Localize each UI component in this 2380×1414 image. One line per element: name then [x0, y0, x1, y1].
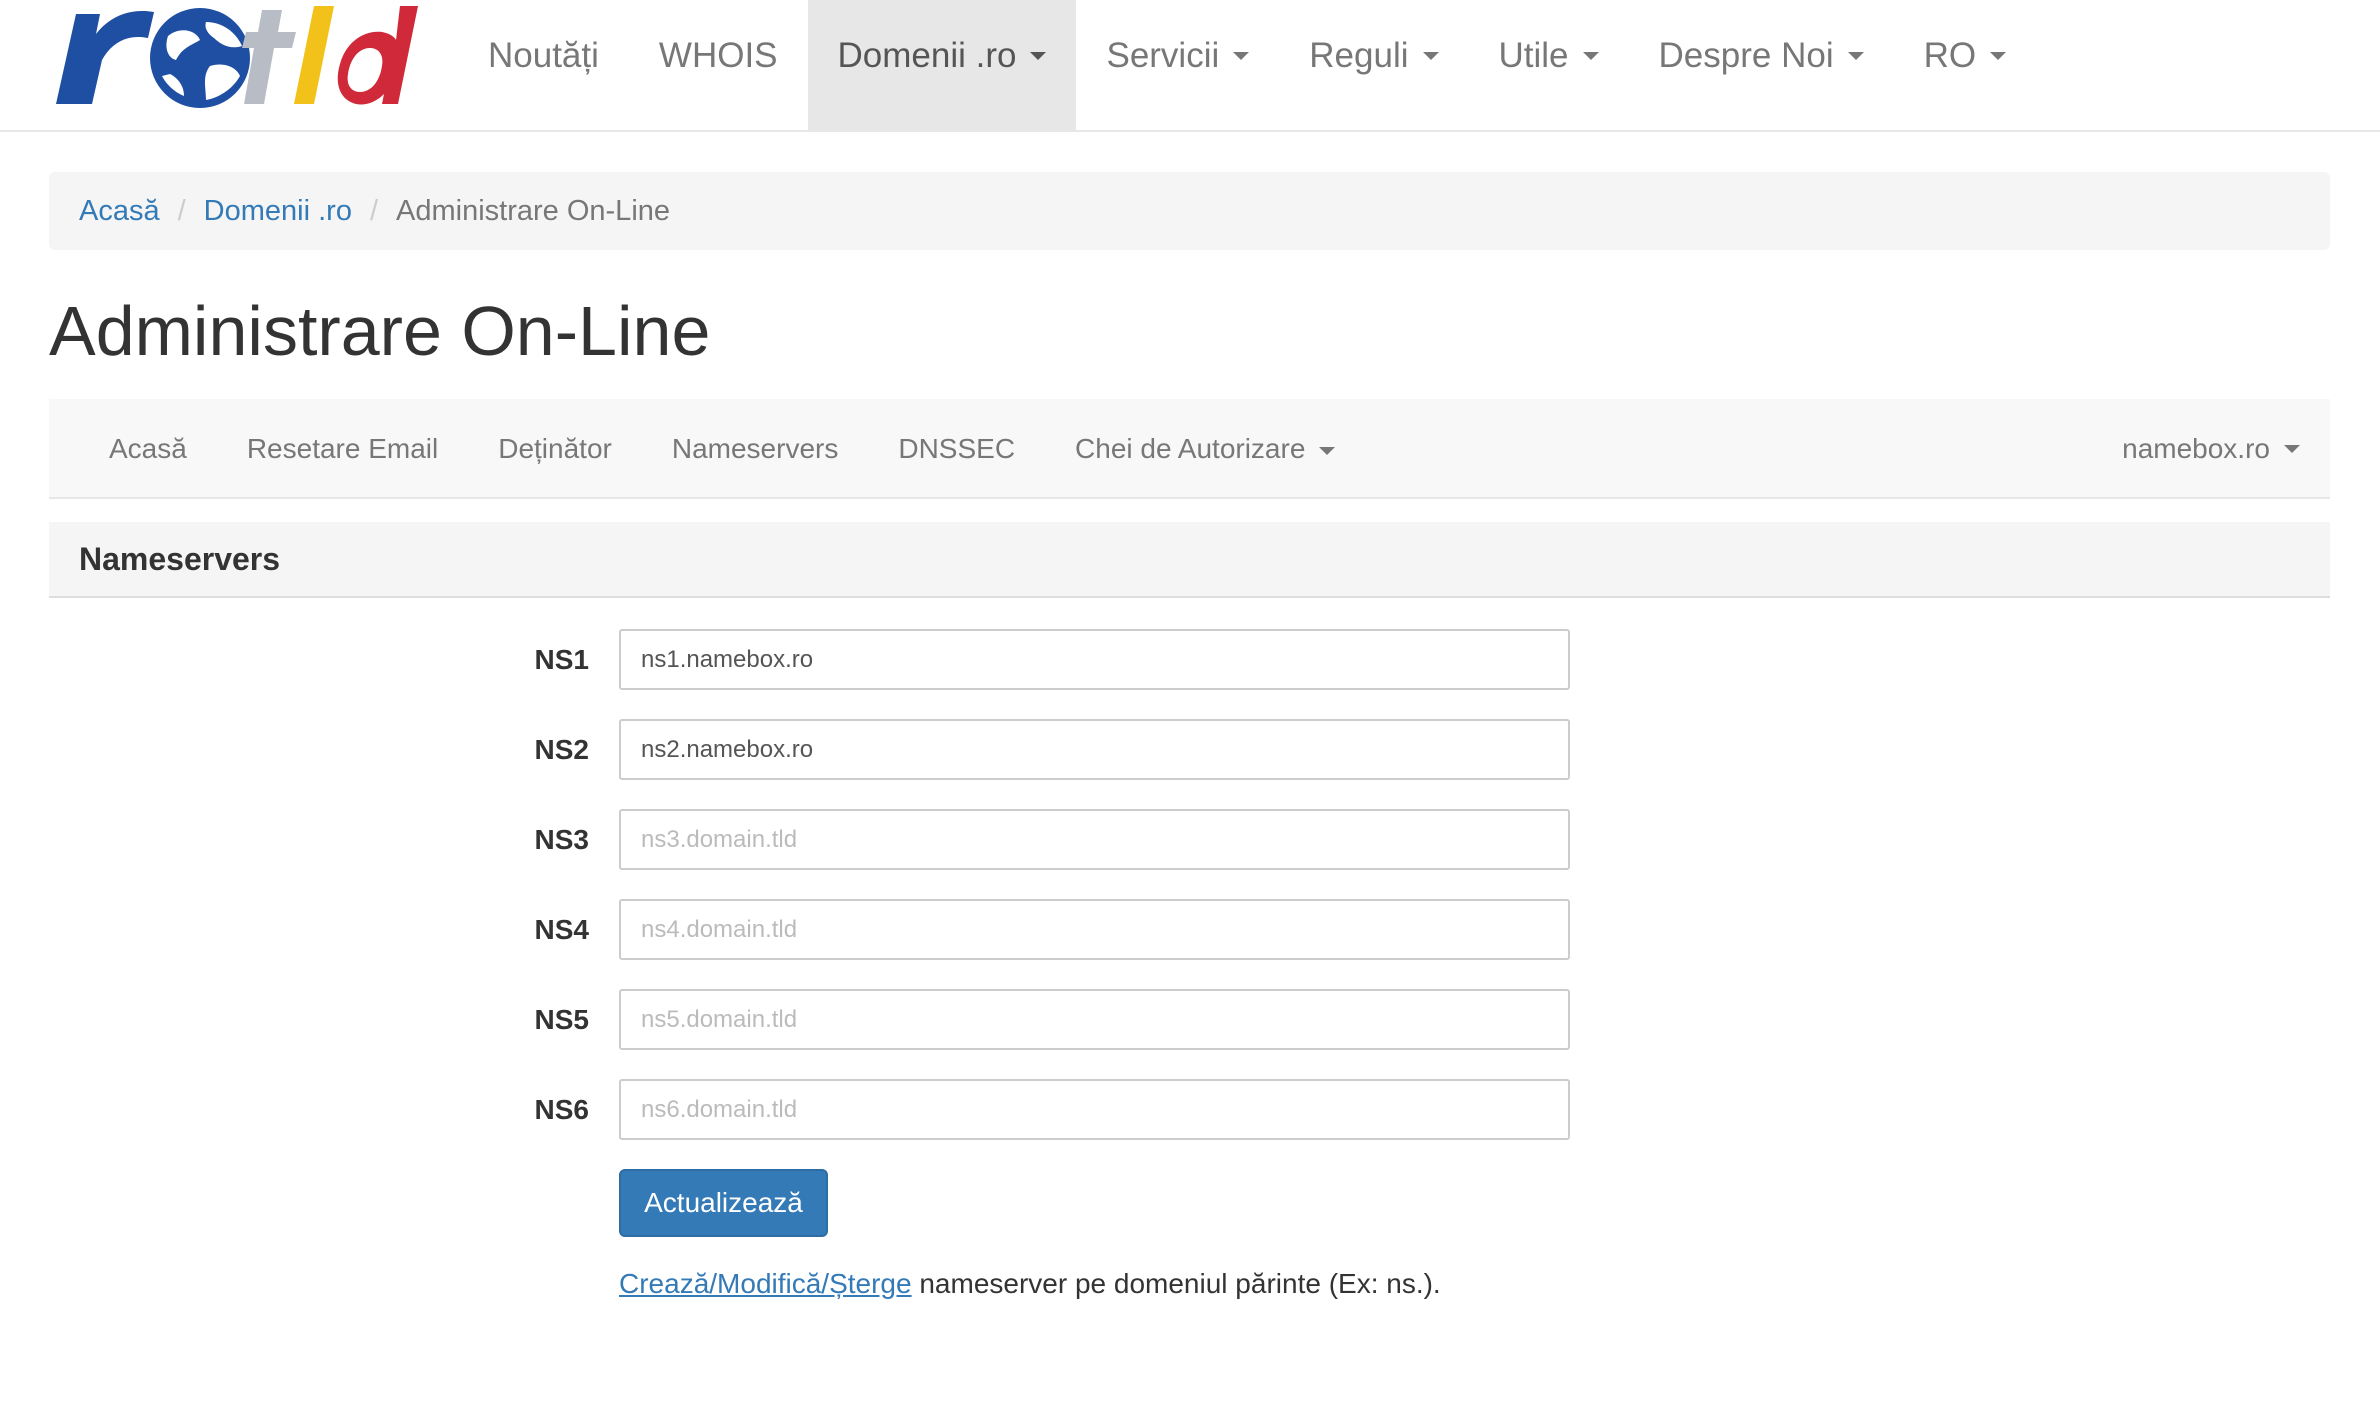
- caret-down-icon: [1990, 52, 2007, 60]
- ns4-label: NS4: [534, 914, 589, 945]
- nav-item-label: WHOIS: [658, 36, 778, 75]
- domain-selector-label: namebox.ro: [2122, 433, 2270, 464]
- subnav-item-chei-autorizare[interactable]: Chei de Autorizare: [1045, 433, 1365, 465]
- nav-item-utile[interactable]: Utile: [1469, 0, 1629, 112]
- caret-down-icon: [1319, 446, 1336, 455]
- subnav-item-nameservers[interactable]: Nameservers: [642, 433, 868, 465]
- nav-item-despre-noi[interactable]: Despre Noi: [1629, 0, 1894, 112]
- breadcrumb-section-link[interactable]: Domenii .ro: [204, 195, 352, 228]
- ns6-label: NS6: [534, 1094, 589, 1125]
- caret-down-icon: [1847, 52, 1864, 60]
- caret-down-icon: [1582, 52, 1599, 60]
- caret-down-icon: [1422, 52, 1439, 60]
- rotld-logo[interactable]: [50, 0, 428, 110]
- subnav-item-label: Chei de Autorizare: [1075, 433, 1306, 464]
- ns5-label: NS5: [534, 1004, 589, 1035]
- breadcrumb: Acasă / Domenii .ro / Administrare On-Li…: [49, 172, 2330, 250]
- admin-subnav-items: Acasă Resetare Email Deținător Nameserve…: [79, 399, 1365, 499]
- nav-item-noutati[interactable]: Noutăți: [458, 0, 629, 112]
- form-row-ns6: NS6: [0, 1079, 2380, 1141]
- nav-item-language[interactable]: RO: [1894, 0, 2037, 112]
- nav-item-whois[interactable]: WHOIS: [629, 0, 808, 112]
- panel-heading: Nameservers: [49, 522, 2330, 598]
- ns2-input[interactable]: [619, 719, 1570, 780]
- breadcrumb-separator: /: [177, 194, 186, 227]
- nav-item-label: Utile: [1498, 36, 1569, 75]
- nav-item-domenii-ro[interactable]: Domenii .ro: [807, 0, 1077, 130]
- subnav-item-dnssec[interactable]: DNSSEC: [868, 433, 1045, 465]
- nav-item-label: Domenii .ro: [837, 36, 1017, 75]
- manage-parent-nameserver-link[interactable]: Crează/Modifică/Șterge: [619, 1268, 912, 1299]
- breadcrumb-home-link[interactable]: Acasă: [79, 195, 160, 228]
- help-text-body: nameserver pe domeniul părinte (Ex: ns.)…: [911, 1268, 1441, 1299]
- ns2-label: NS2: [534, 734, 589, 765]
- nav-item-label: Reguli: [1309, 36, 1409, 75]
- main-nav: Noutăți WHOIS Domenii .ro Servicii Regul…: [458, 0, 2036, 130]
- subnav-item-resetare-email[interactable]: Resetare Email: [217, 433, 468, 465]
- form-row-ns2: NS2: [0, 719, 2380, 781]
- nav-item-label: Despre Noi: [1658, 36, 1834, 75]
- update-button[interactable]: Actualizează: [619, 1169, 828, 1237]
- nav-item-label: RO: [1923, 36, 1977, 75]
- caret-down-icon: [1030, 52, 1047, 60]
- main-navbar: Noutăți WHOIS Domenii .ro Servicii Regul…: [0, 0, 2380, 132]
- nav-item-reguli[interactable]: Reguli: [1279, 0, 1468, 112]
- form-row-ns4: NS4: [0, 899, 2380, 961]
- form-row-ns5: NS5: [0, 989, 2380, 1051]
- ns1-label: NS1: [534, 644, 589, 675]
- ns3-input[interactable]: [619, 809, 1570, 870]
- subnav-item-acasa[interactable]: Acasă: [79, 433, 217, 465]
- nav-item-label: Noutăți: [488, 36, 599, 75]
- nav-item-servicii[interactable]: Servicii: [1076, 0, 1279, 112]
- nav-item-label: Servicii: [1106, 36, 1220, 75]
- help-text: Crează/Modifică/Șterge nameserver pe dom…: [619, 1268, 1441, 1300]
- ns1-input[interactable]: [619, 629, 1570, 690]
- ns3-label: NS3: [534, 824, 589, 855]
- subnav-item-detinator[interactable]: Deținător: [468, 433, 642, 465]
- caret-down-icon: [1233, 52, 1250, 60]
- admin-subnav: Acasă Resetare Email Deținător Nameserve…: [49, 399, 2330, 499]
- ns5-input[interactable]: [619, 989, 1570, 1050]
- form-row-ns3: NS3: [0, 809, 2380, 871]
- breadcrumb-current: Administrare On-Line: [396, 194, 671, 227]
- breadcrumb-separator: /: [369, 194, 379, 227]
- ns4-input[interactable]: [619, 899, 1570, 960]
- caret-down-icon: [2284, 445, 2300, 453]
- panel-title: Nameservers: [79, 540, 281, 577]
- domain-selector[interactable]: namebox.ro: [2122, 399, 2300, 499]
- page-title: Administrare On-Line: [49, 292, 711, 370]
- form-row-ns1: NS1: [0, 629, 2380, 691]
- ns6-input[interactable]: [619, 1079, 1570, 1140]
